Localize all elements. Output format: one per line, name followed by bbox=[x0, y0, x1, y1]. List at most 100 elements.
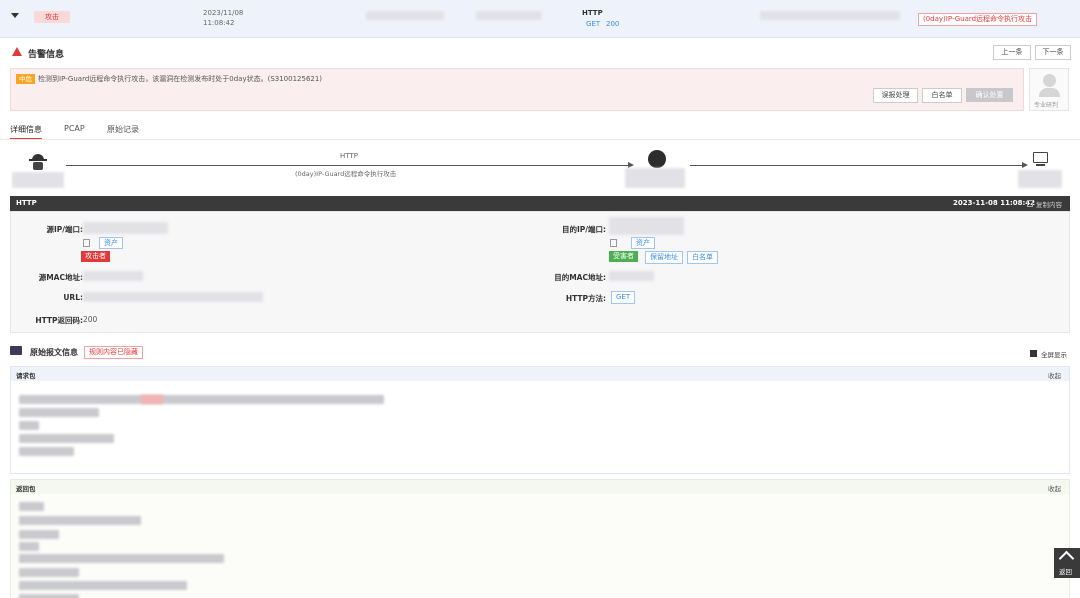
details-panel: 源IP/端口: 资产 攻击者 源MAC地址: URL: HTTP返回码: 200… bbox=[10, 211, 1070, 333]
expert-label: 专业研判 bbox=[1034, 102, 1059, 109]
expert-avatar-icon bbox=[1043, 74, 1056, 87]
alert-message-panel: 中危 检测到IP-Guard远程命令执行攻击，该漏洞在检测发布时处于0day状态… bbox=[10, 68, 1024, 111]
src-ip-label: 源IP/端口: bbox=[46, 225, 83, 234]
alert-row[interactable]: 攻击 2023/11/08 11:08:42 HTTP GET 200 (0da… bbox=[0, 0, 1080, 38]
request-redacted-2 bbox=[19, 408, 99, 417]
confirm-button[interactable]: 确认处置 bbox=[966, 88, 1013, 102]
dst-copy-icon[interactable] bbox=[610, 239, 617, 247]
flow-protocol: HTTP bbox=[340, 152, 358, 160]
raw-message-icon bbox=[10, 346, 22, 355]
tab-details[interactable]: 详细信息 bbox=[10, 124, 42, 140]
http-bar-datetime: 2023-11-08 11:08:42 bbox=[953, 199, 1036, 207]
severity-badge: 中危 bbox=[16, 74, 35, 84]
url-label: URL: bbox=[63, 293, 83, 302]
response-header: 返回包 收起 bbox=[11, 480, 1069, 494]
response-redacted-8 bbox=[19, 594, 79, 598]
http-method-label: HTTP方法: bbox=[565, 294, 606, 303]
redacted-victim-ip bbox=[625, 168, 685, 188]
retained-address-tag: 保留地址 bbox=[645, 251, 683, 264]
request-header: 请求包 收起 bbox=[11, 367, 1069, 381]
alert-info-title: 告警信息 bbox=[28, 50, 65, 60]
fullscreen-icon[interactable] bbox=[1030, 350, 1037, 357]
tab-divider bbox=[0, 139, 1080, 140]
prev-button[interactable]: 上一条 bbox=[993, 45, 1031, 60]
http-method-value: GET bbox=[611, 291, 636, 304]
flow-line-1 bbox=[66, 165, 631, 166]
chevron-up-icon bbox=[1058, 550, 1075, 567]
src-mac-label: 源MAC地址: bbox=[38, 273, 83, 282]
tab-raw-records[interactable]: 原始记录 bbox=[107, 124, 139, 135]
attack-type-tag: 攻击 bbox=[34, 11, 70, 23]
src-asset-link[interactable]: 资产 bbox=[99, 237, 123, 249]
request-redacted-1 bbox=[19, 395, 384, 404]
back-to-top-button[interactable]: 返回 bbox=[1054, 548, 1080, 578]
response-redacted-1 bbox=[19, 502, 44, 511]
request-highlight bbox=[141, 395, 163, 404]
http-bar-title: HTTP bbox=[16, 199, 37, 207]
redacted-url bbox=[760, 11, 900, 20]
response-redacted-2 bbox=[19, 516, 141, 525]
src-copy-icon[interactable] bbox=[83, 239, 90, 247]
caret-down-icon[interactable] bbox=[11, 13, 19, 18]
server-monitor-icon bbox=[1033, 152, 1048, 163]
attacker-tag: 攻击者 bbox=[81, 251, 110, 262]
redacted-url-value bbox=[83, 292, 263, 302]
whitelist-button[interactable]: 白名单 bbox=[922, 88, 962, 103]
copy-icon[interactable] bbox=[1027, 200, 1033, 207]
redacted-dst bbox=[476, 11, 542, 20]
dst-asset-link[interactable]: 资产 bbox=[631, 237, 655, 249]
fullscreen-button[interactable]: 全屏显示 bbox=[1041, 349, 1067, 359]
request-collapse-button[interactable]: 收起 bbox=[1048, 370, 1061, 380]
alert-time: 11:08:42 bbox=[203, 19, 235, 27]
tab-pcap[interactable]: PCAP bbox=[64, 124, 85, 133]
redacted-server-ip bbox=[1018, 170, 1062, 188]
report-false-button[interactable]: 误报处理 bbox=[873, 88, 918, 103]
alert-method: GET bbox=[586, 20, 601, 28]
server-monitor-stand bbox=[1036, 164, 1045, 166]
flow-arrow-2 bbox=[1022, 162, 1028, 168]
dst-mac-label: 目的MAC地址: bbox=[554, 273, 606, 282]
response-redacted-3 bbox=[19, 530, 59, 539]
redacted-dst-mac bbox=[609, 271, 654, 281]
http-code-label: HTTP返回码: bbox=[35, 316, 83, 325]
http-code-value: 200 bbox=[83, 315, 98, 324]
request-packet-panel: 请求包 收起 bbox=[10, 366, 1070, 474]
event-name-tag: (0day)IP-Guard远程命令执行攻击 bbox=[918, 13, 1038, 26]
response-redacted-6 bbox=[19, 568, 79, 577]
dst-ip-label: 目的IP/端口: bbox=[561, 225, 606, 234]
flow-attack-name: (0day)IP-Guard远程命令执行攻击 bbox=[295, 170, 397, 178]
alert-message: 检测到IP-Guard远程命令执行攻击，该漏洞在检测发布时处于0day状态。(S… bbox=[38, 75, 323, 83]
alert-date: 2023/11/08 bbox=[203, 9, 244, 17]
request-label: 请求包 bbox=[16, 372, 36, 380]
copy-button[interactable]: 复制内容 bbox=[1036, 199, 1062, 209]
raw-message-title: 原始报文信息 bbox=[30, 348, 78, 357]
redacted-src bbox=[366, 11, 444, 20]
redacted-dst-ip bbox=[609, 217, 684, 235]
rule-hidden-tag: 规则内容已隐藏 bbox=[84, 346, 143, 359]
warning-icon bbox=[12, 47, 22, 56]
victim-icon bbox=[648, 150, 666, 168]
next-button[interactable]: 下一条 bbox=[1035, 45, 1071, 60]
redacted-src-ip bbox=[83, 222, 168, 234]
response-redacted-4 bbox=[19, 542, 39, 551]
redacted-src-mac bbox=[83, 271, 143, 281]
alert-status: 200 bbox=[606, 20, 620, 28]
expert-avatar-body bbox=[1039, 88, 1060, 97]
expert-card[interactable]: 专业研判 bbox=[1029, 68, 1069, 111]
response-collapse-button[interactable]: 收起 bbox=[1048, 483, 1061, 493]
alert-protocol: HTTP bbox=[582, 9, 603, 17]
request-redacted-4 bbox=[19, 434, 114, 443]
response-packet-panel: 返回包 收起 bbox=[10, 479, 1070, 598]
attacker-icon bbox=[29, 154, 47, 170]
response-redacted-7 bbox=[19, 581, 187, 590]
response-label: 返回包 bbox=[16, 485, 36, 493]
http-header-bar: HTTP 2023-11-08 11:08:42 复制内容 bbox=[10, 196, 1070, 211]
redacted-attacker-ip bbox=[12, 172, 64, 188]
back-to-top-label: 返回 bbox=[1059, 568, 1072, 576]
request-redacted-3 bbox=[19, 421, 39, 430]
whitelist-tag: 白名单 bbox=[687, 251, 718, 264]
flow-line-2 bbox=[690, 165, 1025, 166]
victim-tag: 受害者 bbox=[609, 251, 638, 262]
response-redacted-5 bbox=[19, 554, 224, 563]
request-redacted-5 bbox=[19, 447, 74, 456]
